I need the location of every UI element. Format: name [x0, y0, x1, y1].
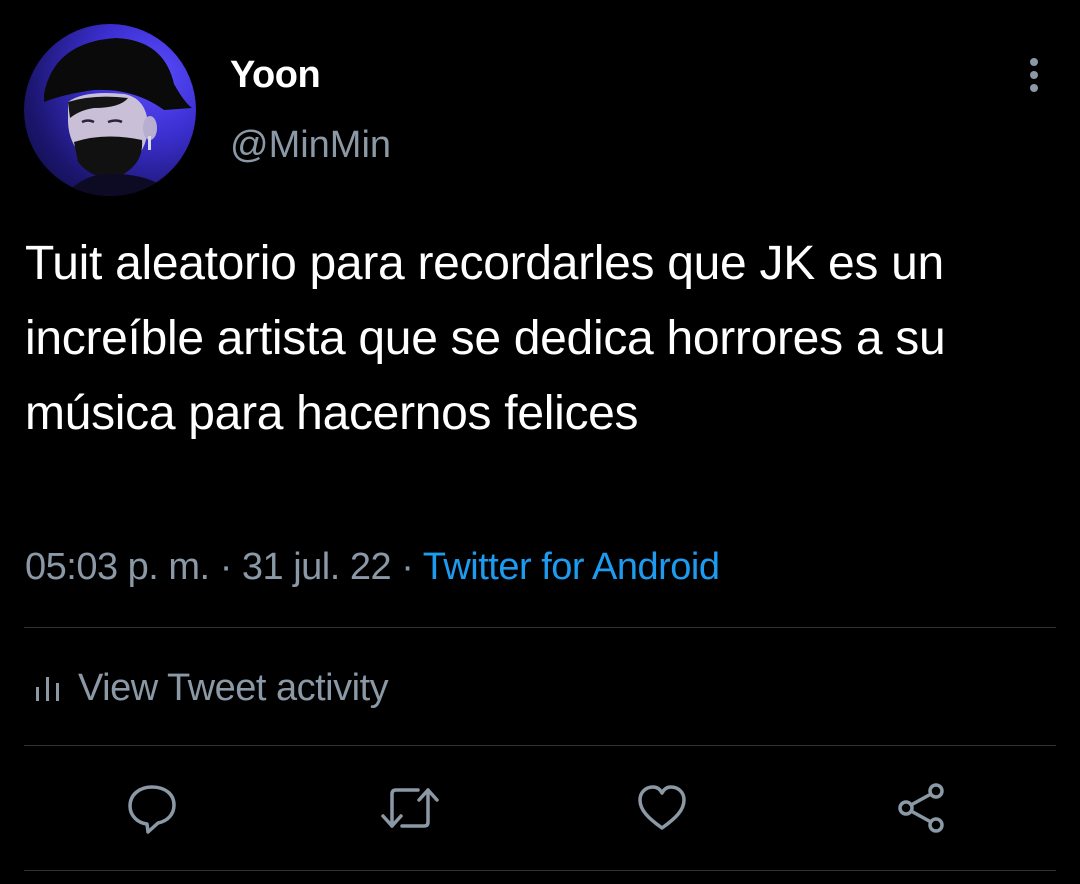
tweet-date: 31 jul. 22 [241, 546, 392, 588]
tweet-time: 05:03 p. m. [25, 546, 210, 588]
tweet-meta: 05:03 p. m. · 31 jul. 22 · Twitter for A… [25, 546, 720, 589]
bar-chart-icon [36, 677, 59, 701]
reply-button[interactable] [126, 782, 178, 834]
share-button[interactable] [896, 782, 948, 834]
more-vertical-icon [1030, 58, 1038, 92]
display-name[interactable]: Yoon [230, 54, 321, 97]
tweet-source-link[interactable]: Twitter for Android [423, 546, 720, 588]
avatar[interactable] [24, 24, 196, 196]
meta-separator: · [219, 546, 233, 588]
meta-separator: · [401, 546, 414, 588]
avatar-photo [44, 38, 192, 196]
tweet-text: Tuit aleatorio para recordarles que JK e… [25, 237, 946, 440]
comment-icon [128, 785, 176, 834]
share-icon [898, 783, 944, 833]
view-tweet-activity-button[interactable]: View Tweet activity [34, 662, 389, 714]
divider [24, 745, 1056, 746]
divider [24, 870, 1056, 871]
more-options-button[interactable] [1016, 56, 1052, 96]
view-tweet-activity-label: View Tweet activity [78, 666, 389, 709]
retweet-icon [381, 788, 439, 828]
divider [24, 627, 1056, 628]
like-button[interactable] [636, 782, 688, 834]
user-handle[interactable]: @MinMin [230, 124, 391, 167]
tweet-detail: Yoon @MinMin Tuit aleatorio para recorda… [0, 0, 1080, 884]
retweet-button[interactable] [380, 782, 439, 834]
heart-icon [638, 785, 686, 830]
